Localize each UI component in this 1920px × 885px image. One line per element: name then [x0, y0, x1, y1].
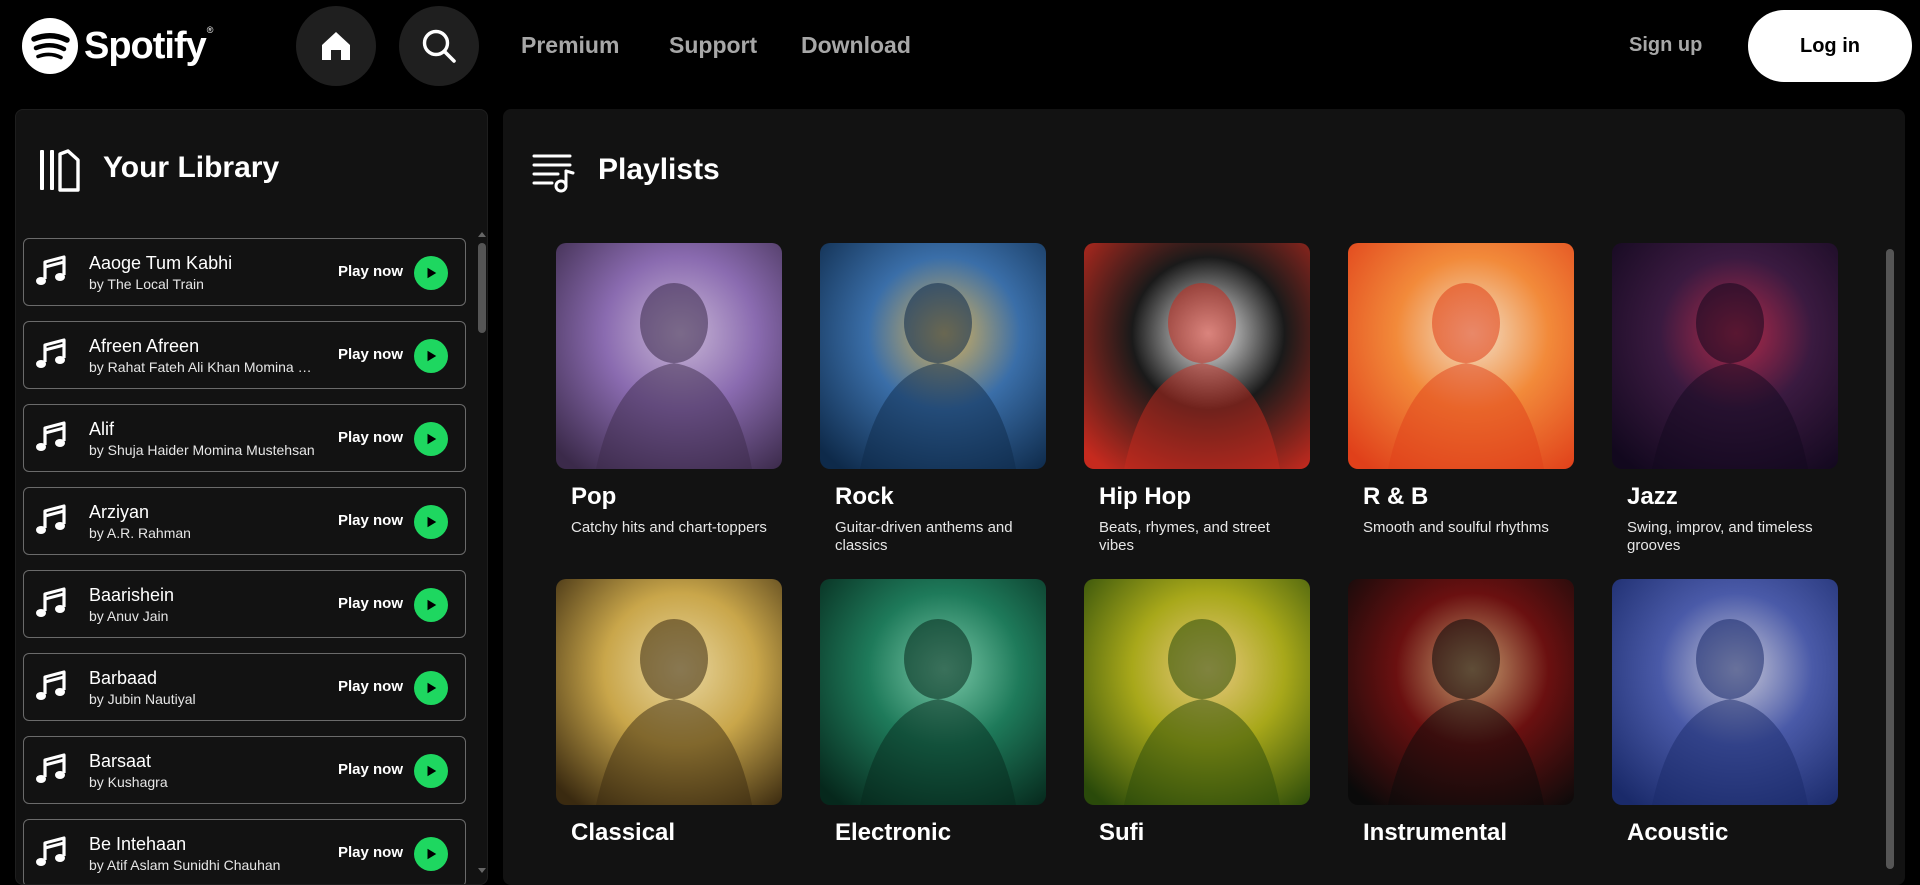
play-icon[interactable] — [414, 339, 448, 373]
song-item[interactable]: Baarishein by Anuv Jain Play now — [23, 570, 466, 638]
playlist-name: Electronic — [835, 819, 952, 846]
home-icon — [322, 32, 350, 60]
playlist-name: R & B — [1363, 483, 1429, 510]
playlist-description: Guitar-driven anthems and classics — [835, 519, 1013, 554]
music-note-icon — [34, 586, 70, 622]
play-now-button[interactable]: Play now — [338, 677, 403, 697]
song-title: Alif — [89, 419, 115, 439]
playlist-name: Pop — [571, 483, 617, 510]
music-note-icon — [34, 337, 70, 373]
song-list: Aaoge Tum Kabhi by The Local Train Play no… — [23, 238, 481, 884]
playlist-cover-image — [1348, 579, 1574, 805]
song-item[interactable]: Barbaad by Jubin Nautiyal Play now — [23, 653, 466, 721]
playlist-cover-image — [1612, 243, 1838, 469]
song-title: Aaoge Tum Kabhi — [89, 253, 233, 273]
top-nav: Spotify® Premium Support Download Sign u… — [0, 0, 1920, 92]
playlist-description: Beats, rhymes, and street vibes — [1099, 519, 1270, 554]
library-icon — [38, 145, 82, 195]
playlists-scroll-thumb[interactable] — [1886, 249, 1894, 869]
playlist-cover-image — [820, 243, 1046, 469]
playlist-cover-image — [556, 243, 782, 469]
playlist-cover-image — [1084, 243, 1310, 469]
song-item[interactable]: Arziyan by A.R. Rahman Play now — [23, 487, 466, 555]
nav-link-download[interactable]: Download — [801, 30, 911, 60]
playlist-name: Sufi — [1099, 819, 1145, 846]
music-note-icon — [34, 420, 70, 456]
login-button[interactable]: Log in — [1748, 10, 1912, 82]
song-title: Afreen Afreen — [89, 336, 200, 356]
playlist-cover-image — [1348, 243, 1574, 469]
playlist-cover-image — [1084, 579, 1310, 805]
song-artist: by Rahat Fateh Ali Khan Momina Mustehsan — [89, 359, 315, 375]
search-icon — [422, 29, 456, 63]
play-icon[interactable] — [414, 422, 448, 456]
playlist-description: Swing, improv, and timeless grooves — [1627, 519, 1813, 554]
playlist-name: Rock — [835, 483, 894, 510]
play-icon[interactable] — [414, 754, 448, 788]
play-icon[interactable] — [414, 837, 448, 871]
library-title: Your Library — [103, 151, 280, 184]
playlist-icon — [532, 154, 575, 193]
playlist-cover-image — [556, 579, 782, 805]
song-artist: by The Local Train — [89, 276, 204, 292]
playlist-name: Jazz — [1627, 483, 1678, 510]
song-artist: by A.R. Rahman — [89, 525, 191, 541]
song-artist: by Atif Aslam Sunidhi Chauhan — [89, 857, 281, 873]
nav-link-premium[interactable]: Premium — [521, 30, 619, 60]
signup-link[interactable]: Sign up — [1629, 32, 1702, 58]
play-now-button[interactable]: Play now — [338, 760, 403, 780]
song-title: Barsaat — [89, 751, 152, 771]
play-icon[interactable] — [414, 588, 448, 622]
nav-link-support[interactable]: Support — [669, 30, 757, 60]
song-artist: by Jubin Nautiyal — [89, 691, 196, 707]
song-title: Arziyan — [89, 502, 150, 522]
play-now-button[interactable]: Play now — [338, 262, 403, 282]
music-note-icon — [34, 835, 70, 871]
play-now-button[interactable]: Play now — [338, 345, 403, 365]
scroll-down-icon[interactable] — [478, 868, 486, 873]
library-panel: Your Library Aaoge Tum Kabhi by The Local… — [15, 109, 488, 885]
music-note-icon — [34, 503, 70, 539]
song-title: Barbaad — [89, 668, 158, 688]
play-icon[interactable] — [414, 505, 448, 539]
song-title: Baarishein — [89, 585, 175, 605]
song-item[interactable]: Aaoge Tum Kabhi by The Local Train Play no… — [23, 238, 466, 306]
brand-name: Spotify® — [84, 24, 213, 67]
song-artist: by Kushagra — [89, 774, 168, 790]
song-item[interactable]: Afreen Afreen by Rahat Fateh Ali Khan Mom… — [23, 321, 466, 389]
playlist-cover-image — [1612, 579, 1838, 805]
music-note-icon — [34, 254, 70, 290]
play-now-button[interactable]: Play now — [338, 594, 403, 614]
playlist-name: Classical — [571, 819, 676, 846]
playlist-grid: Pop Catchy hits and chart-toppers Rock Guit… — [503, 229, 1883, 885]
play-icon[interactable] — [414, 671, 448, 705]
playlist-description: Smooth and soulful rhythms — [1363, 519, 1549, 536]
playlist-name: Hip Hop — [1099, 483, 1191, 510]
song-item[interactable]: Barsaat by Kushagra Play now — [23, 736, 466, 804]
playlists-title: Playlists — [598, 153, 720, 186]
music-note-icon — [34, 669, 70, 705]
home-button[interactable] — [296, 6, 376, 86]
song-item[interactable]: Be Intehaan by Atif Aslam Sunidhi Chauhan… — [23, 819, 466, 884]
song-title: Be Intehaan — [89, 834, 187, 854]
song-item[interactable]: Alif by Shuja Haider Momina Mustehsan Play… — [23, 404, 466, 472]
song-artist: by Anuv Jain — [89, 608, 169, 624]
library-scroll-thumb[interactable] — [478, 243, 486, 333]
playlist-name: Instrumental — [1363, 819, 1508, 846]
search-button[interactable] — [399, 6, 479, 86]
spotify-logo-icon — [22, 18, 78, 74]
playlist-description: Catchy hits and chart-toppers — [571, 519, 767, 536]
play-now-button[interactable]: Play now — [338, 428, 403, 448]
play-now-button[interactable]: Play now — [338, 511, 403, 531]
playlist-cover-image — [820, 579, 1046, 805]
scroll-up-icon[interactable] — [478, 232, 486, 237]
playlist-name: Acoustic — [1627, 819, 1729, 846]
play-now-button[interactable]: Play now — [338, 843, 403, 863]
playlists-panel: Playlists Pop Catchy hits and chart-toppe… — [503, 109, 1905, 885]
music-note-icon — [34, 752, 70, 788]
song-artist: by Shuja Haider Momina Mustehsan — [89, 442, 315, 458]
spotify-logo[interactable]: Spotify® — [22, 18, 213, 74]
play-icon[interactable] — [414, 256, 448, 290]
